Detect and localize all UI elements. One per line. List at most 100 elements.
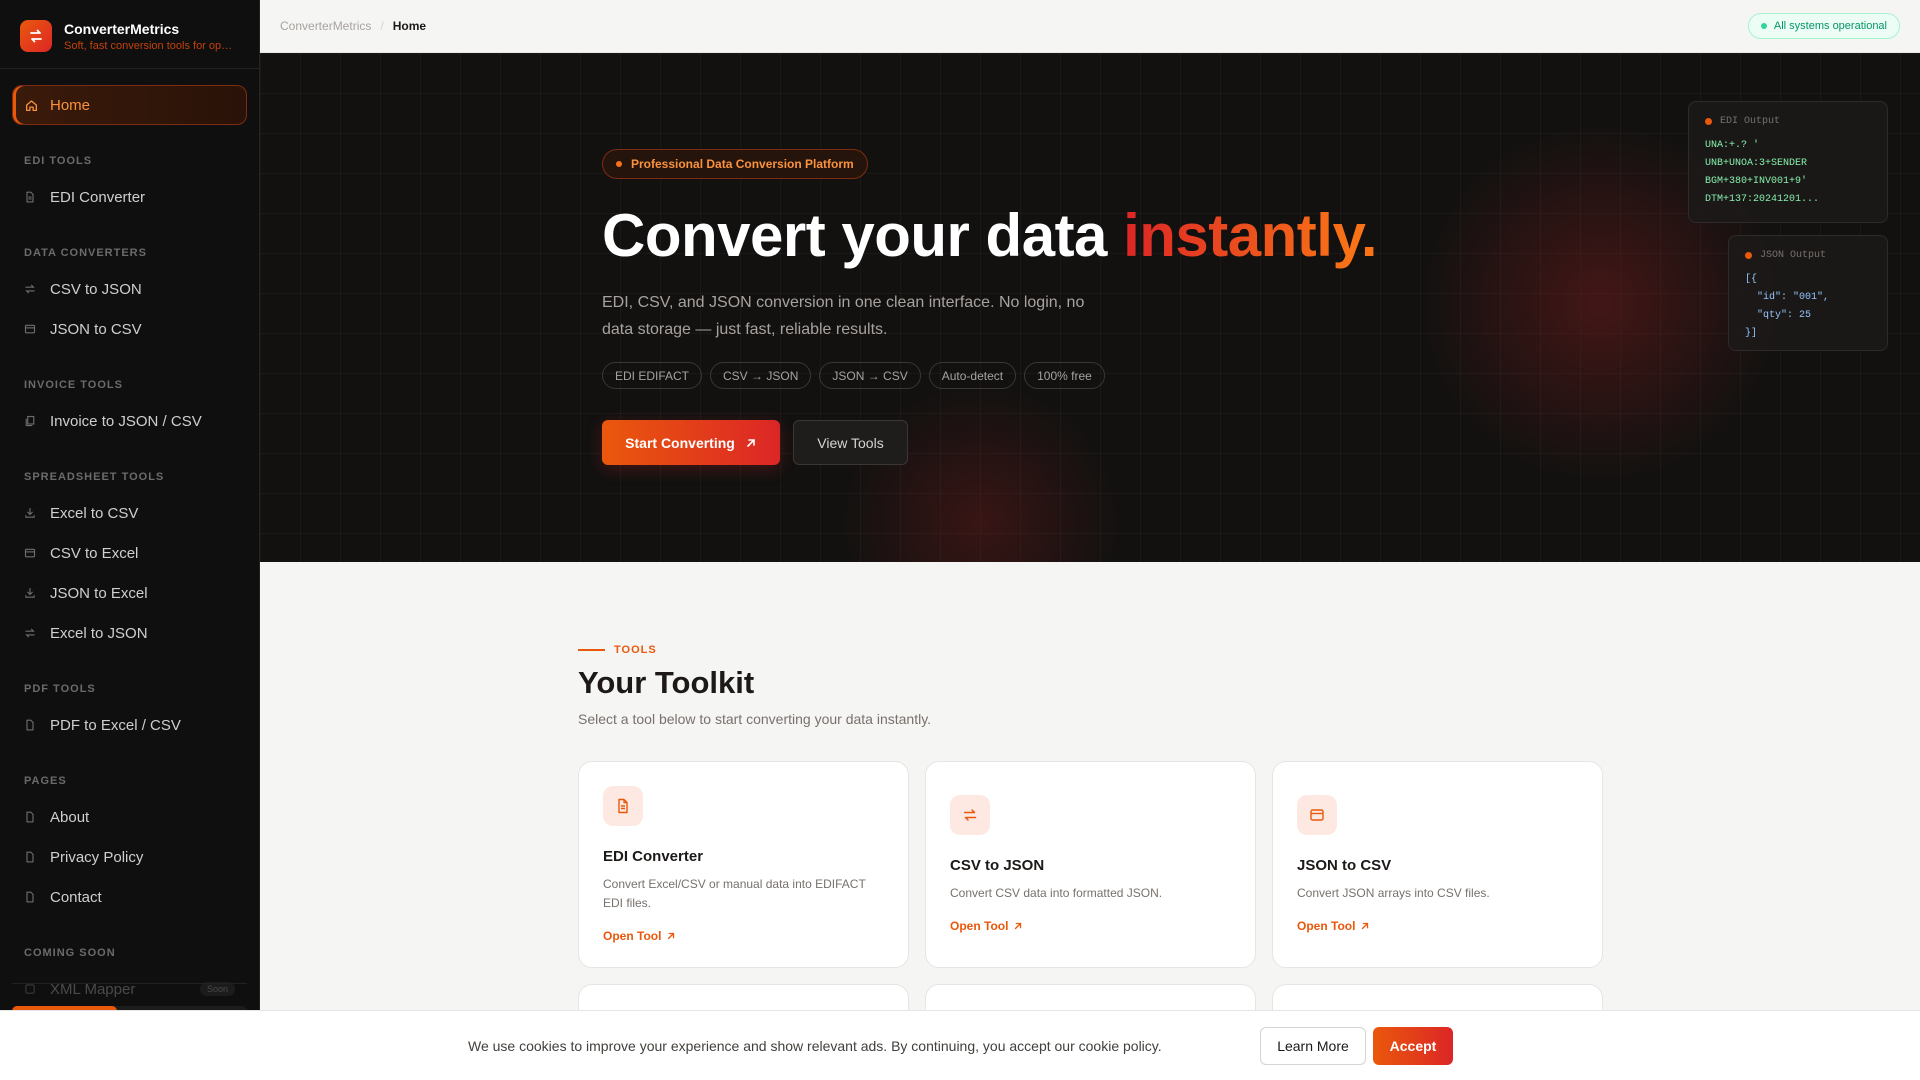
- open-tool-label: Open Tool: [603, 929, 662, 943]
- view-tools-button[interactable]: View Tools: [793, 420, 908, 465]
- sidebar-section-heading: DATA CONVERTERS: [24, 247, 147, 259]
- document-icon: [24, 191, 36, 203]
- code-line: BGM+380+INV001+9': [1705, 176, 1808, 187]
- sidebar-item-label: About: [50, 808, 90, 826]
- open-tool-label: Open Tool: [1297, 919, 1356, 933]
- file-icon: [24, 891, 36, 903]
- sidebar-item-csv-to-json[interactable]: CSV to JSON: [0, 269, 259, 309]
- sidebar-item-pdf-to-excel-csv[interactable]: PDF to Excel / CSV: [0, 705, 259, 745]
- json-card-title: JSON Output: [1760, 250, 1827, 261]
- code-line: DTM+137:20241201...: [1705, 194, 1820, 205]
- tools-subtitle: Select a tool below to start converting …: [578, 711, 932, 727]
- open-tool-label: Open Tool: [950, 919, 1009, 933]
- hero-chip: 100% free: [1024, 362, 1105, 389]
- sidebar-section-heading: INVOICE TOOLS: [24, 379, 123, 391]
- sidebar-item-label: CSV to Excel: [50, 544, 139, 562]
- swap-icon: [24, 627, 36, 639]
- cookie-banner: We use cookies to improve your experienc…: [0, 1010, 1920, 1080]
- window-icon: [24, 547, 36, 559]
- start-converting-label: Start Converting: [625, 434, 735, 451]
- hero: Professional Data Conversion Platform Co…: [260, 53, 1920, 562]
- code-line: "qty": 25: [1745, 310, 1812, 321]
- sidebar-item-contact[interactable]: Contact: [0, 877, 259, 917]
- sidebar-item-about[interactable]: About: [0, 797, 259, 837]
- topbar: ConverterMetrics / Home All systems oper…: [260, 0, 1920, 53]
- card-description: Convert CSV data into formatted JSON.: [950, 886, 1163, 900]
- start-converting-button[interactable]: Start Converting: [602, 420, 780, 465]
- sidebar-item-label: Excel to CSV: [50, 504, 139, 522]
- code-line: "id": "001",: [1745, 292, 1830, 303]
- tools-section: TOOLS Your Toolkit Select a tool below t…: [260, 562, 1920, 1080]
- download-icon: [24, 587, 36, 599]
- accept-button[interactable]: Accept: [1373, 1027, 1453, 1065]
- brand-name: ConverterMetrics: [64, 20, 180, 37]
- sidebar-item-json-to-csv[interactable]: JSON to CSV: [0, 309, 259, 349]
- window-icon: [1297, 795, 1337, 835]
- card-title: CSV to JSON: [950, 857, 1045, 874]
- tools-eyebrow-text: TOOLS: [614, 644, 657, 656]
- edi-card-title: EDI Output: [1720, 116, 1781, 127]
- breadcrumb-current: Home: [392, 19, 427, 33]
- sidebar-item-excel-to-json[interactable]: Excel to JSON: [0, 613, 259, 653]
- learn-more-button[interactable]: Learn More: [1260, 1027, 1366, 1065]
- hero-chips: EDI EDIFACT CSV → JSON JSON → CSV Auto-d…: [602, 362, 1105, 389]
- code-line: UNA:+.? ': [1705, 140, 1760, 151]
- tool-card-csv-to-json[interactable]: CSV to JSON Convert CSV data into format…: [925, 761, 1256, 968]
- hero-title-accent: instantly.: [1123, 202, 1378, 269]
- download-icon: [24, 507, 36, 519]
- sidebar-item-csv-to-excel[interactable]: CSV to Excel: [0, 533, 259, 573]
- sidebar-item-privacy-policy[interactable]: Privacy Policy: [0, 837, 259, 877]
- arrow-up-right-icon: [668, 932, 675, 940]
- sidebar-item-home[interactable]: Home: [12, 85, 247, 125]
- sidebar-item-json-to-excel[interactable]: JSON to Excel: [0, 573, 259, 613]
- sidebar-item-label: CSV to JSON: [50, 280, 142, 298]
- hero-chip: CSV → JSON: [710, 362, 812, 389]
- sidebar-section-heading: PAGES: [24, 775, 67, 787]
- open-tool-link[interactable]: Open Tool: [603, 929, 884, 943]
- sidebar-item-label: Privacy Policy: [50, 848, 144, 866]
- sidebar-item-label: Home: [50, 96, 91, 114]
- sidebar-item-label: JSON to Excel: [50, 584, 148, 602]
- tools-title: Your Toolkit: [578, 665, 755, 700]
- swap-icon: [24, 283, 36, 295]
- tool-card-edi-converter[interactable]: EDI Converter Convert Excel/CSV or manua…: [578, 761, 909, 968]
- tools-eyebrow: TOOLS: [578, 644, 657, 656]
- status-text: All systems operational: [1773, 20, 1887, 32]
- status-badge: All systems operational: [1747, 13, 1900, 39]
- sidebar-item-label: Contact: [50, 888, 102, 906]
- brand[interactable]: ConverterMetrics Soft, fast conversion t…: [0, 0, 259, 69]
- json-output-card: JSON Output [{ "id": "001", "qty": 25 }]: [1728, 235, 1888, 351]
- home-icon: [25, 99, 38, 112]
- hero-pill-text: Professional Data Conversion Platform: [631, 157, 854, 171]
- file-icon: [24, 851, 36, 863]
- open-tool-link[interactable]: Open Tool: [950, 919, 1231, 933]
- edi-output-card: EDI Output UNA:+.? ' UNB+UNOA:3+SENDER B…: [1688, 101, 1888, 223]
- file-icon: [24, 719, 36, 731]
- hero-pill: Professional Data Conversion Platform: [602, 149, 868, 179]
- sidebar-section-heading: PDF TOOLS: [24, 683, 96, 695]
- sidebar-item-label: Invoice to JSON / CSV: [50, 412, 202, 430]
- tool-card-json-to-csv[interactable]: JSON to CSV Convert JSON arrays into CSV…: [1272, 761, 1603, 968]
- card-title: EDI Converter: [603, 848, 704, 865]
- breadcrumb-separator: /: [380, 19, 384, 33]
- sidebar-item-label: JSON to CSV: [50, 320, 142, 338]
- sidebar-item-excel-to-csv[interactable]: Excel to CSV: [0, 493, 259, 533]
- breadcrumb-root-link[interactable]: ConverterMetrics: [280, 19, 371, 33]
- sidebar-section-heading: EDI TOOLS: [24, 155, 93, 167]
- hero-description: EDI, CSV, and JSON conversion in one cle…: [602, 294, 1085, 338]
- hero-title-main: Convert your data: [602, 202, 1124, 269]
- card-description: Convert Excel/CSV or manual data into ED…: [603, 877, 866, 910]
- brand-tagline: Soft, fast conversion tools for operati.…: [64, 39, 236, 52]
- sidebar-item-invoice-to-json-csv[interactable]: Invoice to JSON / CSV: [0, 401, 259, 441]
- dot-icon: [1705, 118, 1712, 125]
- arrow-up-right-icon: [745, 437, 757, 449]
- sidebar-item-label: Excel to JSON: [50, 624, 148, 642]
- hero-chip: Auto-detect: [928, 362, 1017, 389]
- code-line: UNB+UNOA:3+SENDER: [1705, 158, 1808, 169]
- sidebar-item-edi-converter[interactable]: EDI Converter: [0, 177, 259, 217]
- pill-dot-icon: [616, 161, 622, 167]
- open-tool-link[interactable]: Open Tool: [1297, 919, 1578, 933]
- card-title: JSON to CSV: [1297, 857, 1392, 874]
- status-dot-icon: [1760, 23, 1767, 29]
- hero-chip: EDI EDIFACT: [602, 362, 703, 389]
